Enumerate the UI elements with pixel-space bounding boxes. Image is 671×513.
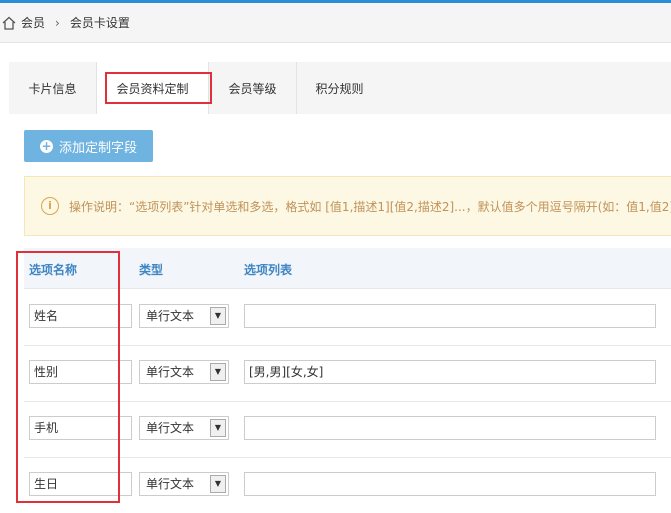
tab-card-info[interactable]: 卡片信息 (9, 62, 97, 114)
table-row: 姓名 单行文本 ▼ (24, 289, 671, 346)
type-select-value: 单行文本 (146, 309, 195, 323)
type-select-value: 单行文本 (146, 365, 195, 379)
notice-text: 操作说明：“选项列表”针对单选和多选，格式如 [值1,描述1][值2,描述2].… (69, 199, 671, 214)
table-header: 选项名称 类型 选项列表 (24, 248, 671, 289)
highlight-box-column (16, 251, 120, 503)
tab-member-level[interactable]: 会员等级 (209, 62, 297, 114)
type-select[interactable]: 单行文本 ▼ (139, 304, 229, 328)
option-list-input[interactable] (244, 472, 656, 496)
breadcrumb: 会员 › 会员卡设置 (0, 3, 671, 43)
type-select[interactable]: 单行文本 ▼ (139, 472, 229, 496)
info-icon: i (41, 197, 59, 215)
plus-circle-icon: + (39, 138, 53, 153)
add-custom-field-button[interactable]: + 添加定制字段 (24, 130, 153, 162)
chevron-down-icon[interactable]: ▼ (210, 419, 226, 437)
type-select[interactable]: 单行文本 ▼ (139, 360, 229, 384)
type-select-value: 单行文本 (146, 477, 195, 491)
breadcrumb-current: 会员卡设置 (69, 16, 130, 30)
option-list-input[interactable] (244, 416, 656, 440)
option-list-input[interactable] (244, 304, 656, 328)
notice-box: i 操作说明：“选项列表”针对单选和多选，格式如 [值1,描述1][值2,描述2… (24, 176, 671, 236)
highlight-box-tab (105, 72, 212, 104)
breadcrumb-home-link[interactable]: 会员 (21, 14, 45, 31)
table-row: 手机 单行文本 ▼ (24, 401, 671, 458)
add-custom-field-label: 添加定制字段 (58, 140, 137, 156)
table-row: 生日 单行文本 ▼ (24, 457, 671, 513)
type-select[interactable]: 单行文本 ▼ (139, 416, 229, 440)
option-list-input[interactable]: [男,男][女,女] (244, 360, 656, 384)
type-select-value: 单行文本 (146, 421, 195, 435)
home-icon[interactable] (2, 16, 16, 30)
chevron-down-icon[interactable]: ▼ (210, 363, 226, 381)
header-option-list: 选项列表 (244, 263, 293, 277)
table-row: 性别 单行文本 ▼ [男,男][女,女] (24, 345, 671, 402)
chevron-down-icon[interactable]: ▼ (210, 307, 226, 325)
breadcrumb-separator: › (55, 15, 60, 30)
header-type: 类型 (139, 263, 164, 277)
chevron-down-icon[interactable]: ▼ (210, 475, 226, 493)
tab-points-rules[interactable]: 积分规则 (297, 62, 382, 114)
